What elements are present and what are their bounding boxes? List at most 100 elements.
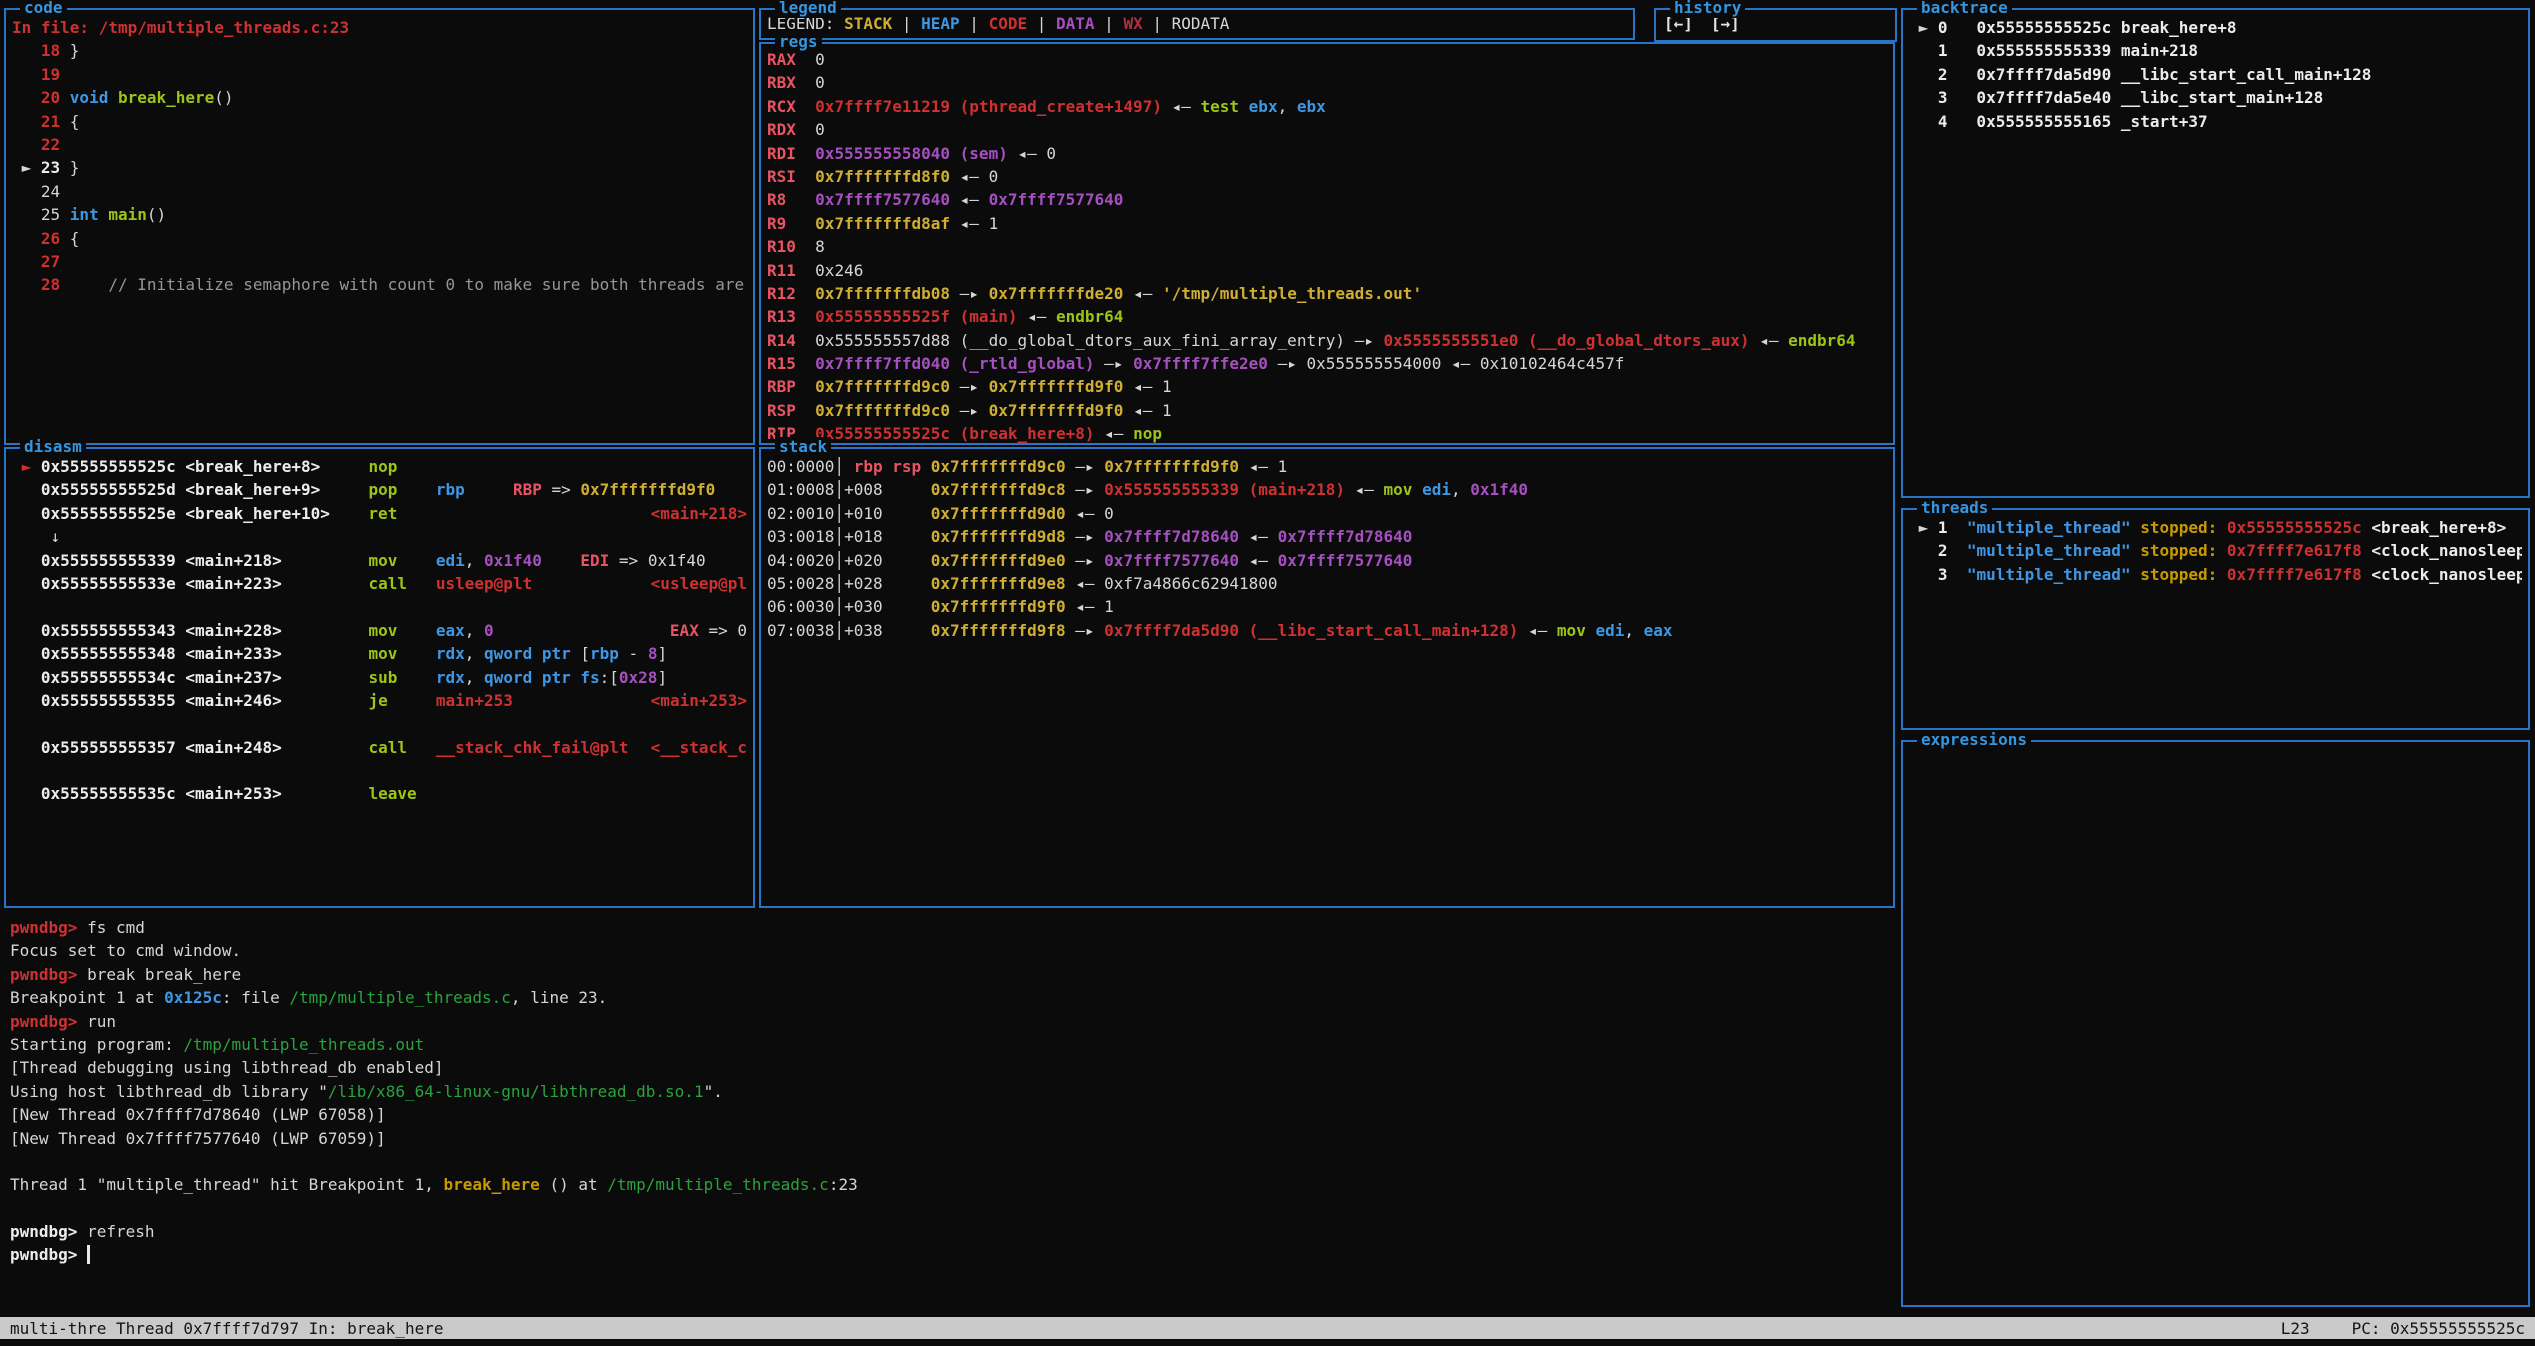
text-line: 03:0018│+018 0x7fffffffd9d8 —▸ 0x7ffff7d… (767, 525, 1887, 548)
disasm-panel: disasm ► 0x55555555525c <break_here+8> n… (4, 447, 755, 908)
text-line: RDI 0x555555558040 (sem) ◂— 0 (767, 142, 1887, 165)
text-line: 0x55555555535c <main+253> leave (12, 782, 747, 805)
text-line: 0x555555555348 <main+233> mov rdx, qword… (12, 642, 747, 665)
text-line: pwndbg> run (10, 1010, 1887, 1033)
text-line: R8 0x7ffff7577640 ◂— 0x7ffff7577640 (767, 188, 1887, 211)
threads-panel-title: threads (1917, 498, 1992, 518)
text-line (12, 759, 747, 782)
status-line-indicator: L23 (2281, 1319, 2310, 1338)
text-line: 3 "multiple_thread" stopped: 0x7ffff7e61… (1909, 563, 2522, 586)
text-line: LEGEND: STACK | HEAP | CODE | DATA | WX … (767, 12, 1627, 35)
text-line: 0x555555555339 <main+218> mov edi, 0x1f4… (12, 549, 747, 572)
text-line: ► 0x55555555525c <break_here+8> nop (12, 455, 747, 478)
text-line: RIP 0x55555555525c (break_here+8) ◂— nop (767, 422, 1887, 443)
text-line: 21 { (12, 110, 747, 133)
text-line (10, 1150, 1887, 1173)
text-line: 26 { (12, 227, 747, 250)
text-line: 28 // Initialize semaphore with count 0 … (12, 273, 747, 296)
text-line: Starting program: /tmp/multiple_threads.… (10, 1033, 1887, 1056)
text-line: Thread 1 "multiple_thread" hit Breakpoin… (10, 1173, 1887, 1196)
status-pc-indicator: PC: 0x55555555525c (2352, 1319, 2525, 1338)
disasm-content[interactable]: ► 0x55555555525c <break_here+8> nop 0x55… (6, 449, 753, 906)
text-line: 24 (12, 180, 747, 203)
text-line: 2 "multiple_thread" stopped: 0x7ffff7e61… (1909, 539, 2522, 562)
legend-content: LEGEND: STACK | HEAP | CODE | DATA | WX … (761, 10, 1633, 38)
status-bar-left: multi-thre Thread 0x7ffff7d797 In: break… (10, 1319, 443, 1338)
text-line: 0x55555555525d <break_here+9> pop rbp RB… (12, 478, 747, 501)
text-line: ↓ (12, 525, 747, 548)
text-line: 0x55555555525e <break_here+10> ret<main+… (12, 502, 747, 525)
text-line: 20 void break_here() (12, 86, 747, 109)
text-line: [Thread debugging using libthread_db ena… (10, 1056, 1887, 1079)
text-line: ► 0 0x55555555525c break_here+8 (1909, 16, 2522, 39)
text-line: 27 (12, 250, 747, 273)
console[interactable]: pwndbg> fs cmdFocus set to cmd window.pw… (2, 912, 1895, 1312)
text-line: 25 int main() (12, 203, 747, 226)
code-content[interactable]: In file: /tmp/multiple_threads.c:23 18 }… (6, 10, 753, 443)
text-line: [New Thread 0x7ffff7d78640 (LWP 67058)] (10, 1103, 1887, 1126)
text-line: R9 0x7fffffffd8af ◂— 1 (767, 212, 1887, 235)
text-line: R10 8 (767, 235, 1887, 258)
text-line: R12 0x7fffffffdb08 —▸ 0x7fffffffde20 ◂— … (767, 282, 1887, 305)
text-line: 0x555555555357 <main+248> call __stack_c… (12, 736, 747, 759)
text-line: Breakpoint 1 at 0x125c: file /tmp/multip… (10, 986, 1887, 1009)
text-line: pwndbg> fs cmd (10, 916, 1887, 939)
text-line: R11 0x246 (767, 259, 1887, 282)
text-line: RSP 0x7fffffffd9c0 —▸ 0x7fffffffd9f0 ◂— … (767, 399, 1887, 422)
text-line: 00:0000│ rbp rsp 0x7fffffffd9c0 —▸ 0x7ff… (767, 455, 1887, 478)
stack-content[interactable]: 00:0000│ rbp rsp 0x7fffffffd9c0 —▸ 0x7ff… (761, 449, 1893, 906)
expressions-panel-title: expressions (1917, 730, 2031, 750)
text-line: 0x55555555534c <main+237> sub rdx, qword… (12, 666, 747, 689)
text-line: pwndbg> (10, 1243, 1887, 1266)
threads-content[interactable]: ► 1 "multiple_thread" stopped: 0x5555555… (1903, 510, 2528, 728)
text-line (10, 1197, 1887, 1220)
code-panel-title: code (20, 0, 67, 18)
text-line: 3 0x7ffff7da5e40 __libc_start_main+128 (1909, 86, 2522, 109)
text-line: 0x555555555343 <main+228> mov eax, 0EAX … (12, 619, 747, 642)
text-line: 0x555555555355 <main+246> je main+253<ma… (12, 689, 747, 712)
threads-panel: threads ► 1 "multiple_thread" stopped: 0… (1901, 508, 2530, 730)
pwndbg-terminal: code In file: /tmp/multiple_threads.c:23… (0, 0, 2535, 1346)
history-panel: history [←] [→] (1654, 8, 1897, 42)
text-line (12, 595, 747, 618)
text-line: 4 0x555555555165 _start+37 (1909, 110, 2522, 133)
text-line: [New Thread 0x7ffff7577640 (LWP 67059)] (10, 1127, 1887, 1150)
text-line: RAX 0 (767, 48, 1887, 71)
code-panel: code In file: /tmp/multiple_threads.c:23… (4, 8, 755, 445)
regs-content[interactable]: RAX 0RBX 0RCX 0x7ffff7e11219 (pthread_cr… (761, 44, 1893, 443)
text-line: R13 0x55555555525f (main) ◂— endbr64 (767, 305, 1887, 328)
history-panel-title: history (1670, 0, 1745, 18)
text-line: 18 } (12, 39, 747, 62)
expressions-content[interactable] (1903, 742, 2528, 1305)
text-line: 04:0020│+020 0x7fffffffd9e0 —▸ 0x7ffff75… (767, 549, 1887, 572)
text-line: 05:0028│+028 0x7fffffffd9e8 ◂— 0xf7a4866… (767, 572, 1887, 595)
legend-panel: legend LEGEND: STACK | HEAP | CODE | DAT… (759, 8, 1635, 40)
text-line: Using host libthread_db library "/lib/x8… (10, 1080, 1887, 1103)
text-line: pwndbg> break break_here (10, 963, 1887, 986)
text-line: 06:0030│+030 0x7fffffffd9f0 ◂— 1 (767, 595, 1887, 618)
text-line: RBX 0 (767, 71, 1887, 94)
disasm-panel-title: disasm (20, 437, 86, 457)
text-line (12, 712, 747, 735)
text-line: RCX 0x7ffff7e11219 (pthread_create+1497)… (767, 95, 1887, 118)
text-line: 0x55555555533e <main+223> call usleep@pl… (12, 572, 747, 595)
backtrace-panel-title: backtrace (1917, 0, 2012, 18)
console-output: pwndbg> fs cmdFocus set to cmd window.pw… (10, 916, 1887, 1267)
expressions-panel: expressions (1901, 740, 2530, 1307)
text-line: RBP 0x7fffffffd9c0 —▸ 0x7fffffffd9f0 ◂— … (767, 375, 1887, 398)
text-line: ► 23 } (12, 156, 747, 179)
text-line: ► 1 "multiple_thread" stopped: 0x5555555… (1909, 516, 2522, 539)
backtrace-content[interactable]: ► 0 0x55555555525c break_here+8 1 0x5555… (1903, 10, 2528, 496)
stack-panel-title: stack (775, 437, 831, 457)
text-line: 07:0038│+038 0x7fffffffd9f8 —▸ 0x7ffff7d… (767, 619, 1887, 642)
status-bar: multi-thre Thread 0x7ffff7d797 In: break… (0, 1317, 2535, 1339)
regs-panel-title: regs (775, 32, 822, 52)
text-line: R14 0x555555557d88 (__do_global_dtors_au… (767, 329, 1887, 352)
text-line: R15 0x7ffff7ffd040 (_rtld_global) —▸ 0x7… (767, 352, 1887, 375)
text-line: In file: /tmp/multiple_threads.c:23 (12, 16, 747, 39)
text-line: RSI 0x7fffffffd8f0 ◂— 0 (767, 165, 1887, 188)
text-line: RDX 0 (767, 118, 1887, 141)
backtrace-panel: backtrace ► 0 0x55555555525c break_here+… (1901, 8, 2530, 498)
text-line: Focus set to cmd window. (10, 939, 1887, 962)
regs-panel: regs RAX 0RBX 0RCX 0x7ffff7e11219 (pthre… (759, 42, 1895, 445)
